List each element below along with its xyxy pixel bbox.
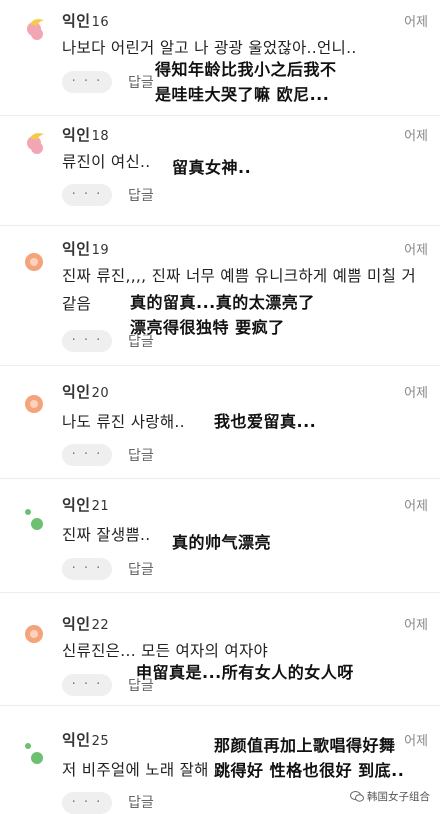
more-options-button[interactable]: · · · bbox=[62, 558, 112, 580]
comment-number: 22 bbox=[91, 618, 110, 633]
caption-line: 跳得好 性格也很好 到底.. bbox=[214, 761, 405, 780]
reply-button[interactable]: 답글 bbox=[128, 792, 154, 812]
caption-overlay: 真的留真...真的太漂亮了 漂亮得很独特 要疯了 bbox=[130, 290, 315, 340]
watermark: 韩国女子组合 bbox=[350, 789, 430, 804]
caption-overlay: 那颜值再加上歌唱得好舞 跳得好 性格也很好 到底.. bbox=[214, 733, 404, 783]
divider bbox=[0, 225, 440, 226]
caption-line: 是哇哇大哭了嘛 欧尼... bbox=[155, 85, 330, 104]
more-options-button[interactable]: · · · bbox=[62, 792, 112, 814]
comment-author: 익인20 bbox=[62, 383, 110, 401]
divider bbox=[0, 478, 440, 479]
avatar-orange-circle-icon[interactable] bbox=[20, 620, 48, 650]
caption-overlay: 留真女神.. bbox=[172, 155, 251, 180]
comment-author: 익인22 bbox=[62, 615, 110, 633]
comment-time: 어제 bbox=[404, 499, 428, 514]
divider bbox=[0, 115, 440, 116]
wechat-icon bbox=[350, 791, 364, 802]
caption-overlay: 得知年龄比我小之后我不 是哇哇大哭了嘛 欧尼... bbox=[155, 57, 337, 107]
caption-line: 真的帅气漂亮 bbox=[172, 533, 272, 552]
more-options-button[interactable]: · · · bbox=[62, 330, 112, 352]
comment-time: 어제 bbox=[404, 243, 428, 258]
avatar-orange-circle-icon[interactable] bbox=[20, 248, 48, 278]
more-options-button[interactable]: · · · bbox=[62, 444, 112, 466]
caption-line: 我也爱留真... bbox=[214, 412, 317, 431]
reply-button[interactable]: 답글 bbox=[128, 185, 154, 205]
comment-number: 16 bbox=[91, 15, 110, 30]
comment-author: 익인18 bbox=[62, 126, 110, 144]
caption-overlay: 真的帅气漂亮 bbox=[172, 530, 271, 555]
avatar-green-dots-icon[interactable] bbox=[20, 502, 48, 532]
caption-line: 得知年龄比我小之后我不 bbox=[155, 60, 337, 79]
watermark-text: 韩国女子组合 bbox=[367, 791, 430, 803]
comment-author: 익인25 bbox=[62, 731, 110, 749]
comment-number: 19 bbox=[91, 243, 110, 258]
avatar-yellow-pink-icon[interactable] bbox=[20, 130, 48, 160]
comment-number: 20 bbox=[91, 386, 110, 401]
comment-author: 익인21 bbox=[62, 496, 110, 514]
comment-author: 익인16 bbox=[62, 12, 110, 30]
comment-number: 25 bbox=[91, 734, 110, 749]
comment-time: 어제 bbox=[404, 15, 428, 30]
avatar-orange-circle-icon[interactable] bbox=[20, 390, 48, 420]
caption-line: 申留真是...所有女人的女人呀 bbox=[136, 663, 354, 682]
comment-number: 21 bbox=[91, 499, 110, 514]
caption-line: 真的留真...真的太漂亮了 bbox=[130, 293, 315, 312]
caption-line: 漂亮得很独特 要疯了 bbox=[130, 318, 285, 337]
divider bbox=[0, 365, 440, 366]
divider bbox=[0, 705, 440, 706]
more-options-button[interactable]: · · · bbox=[62, 184, 112, 206]
comment-time: 어제 bbox=[404, 618, 428, 633]
caption-line: 那颜值再加上歌唱得好舞 bbox=[214, 736, 396, 755]
reply-button[interactable]: 답글 bbox=[128, 72, 154, 92]
comment-number: 18 bbox=[91, 129, 110, 144]
reply-button[interactable]: 답글 bbox=[128, 559, 154, 579]
avatar-green-dots-icon[interactable] bbox=[20, 736, 48, 766]
divider bbox=[0, 592, 440, 593]
more-options-button[interactable]: · · · bbox=[62, 674, 112, 696]
comment-time: 어제 bbox=[404, 386, 428, 401]
comment-time: 어제 bbox=[404, 734, 428, 749]
avatar-yellow-pink-icon[interactable] bbox=[20, 16, 48, 46]
comment-author: 익인19 bbox=[62, 240, 110, 258]
reply-button[interactable]: 답글 bbox=[128, 445, 154, 465]
comment-time: 어제 bbox=[404, 129, 428, 144]
more-options-button[interactable]: · · · bbox=[62, 71, 112, 93]
caption-overlay: 我也爱留真... bbox=[214, 409, 316, 434]
caption-line: 留真女神.. bbox=[172, 158, 252, 177]
caption-overlay: 申留真是...所有女人的女人呀 bbox=[136, 660, 354, 685]
